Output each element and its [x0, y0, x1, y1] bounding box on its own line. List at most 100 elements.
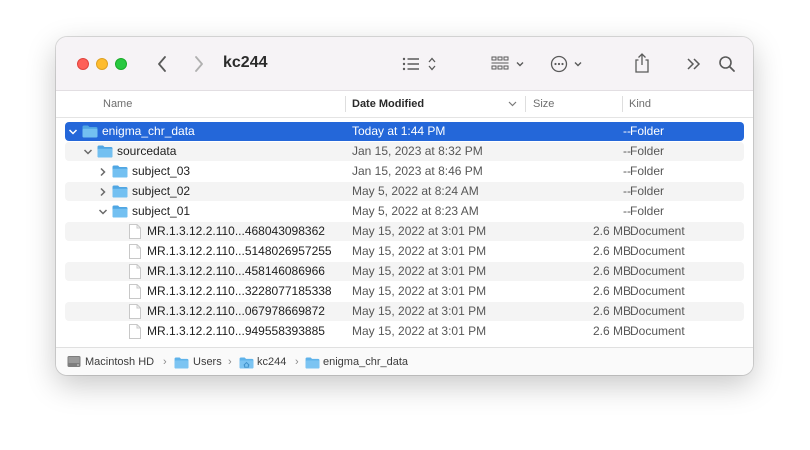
action-button[interactable]	[548, 53, 588, 75]
folder-row[interactable]: subject_02 May 5, 2022 at 8:24 AM -- Folder	[65, 182, 744, 201]
finder-window: kc244 Name Date Modified Size Kind enigm…	[56, 37, 753, 375]
document-icon	[129, 264, 141, 279]
path-item-users[interactable]: Users	[193, 348, 222, 375]
column-divider[interactable]	[622, 96, 623, 112]
document-icon	[129, 244, 141, 259]
path-separator: ›	[295, 356, 299, 368]
minimize-window-button[interactable]	[96, 58, 108, 70]
ellipsis-circle-icon	[550, 55, 582, 73]
item-date-modified: May 15, 2022 at 3:01 PM	[352, 284, 487, 298]
item-kind: Folder	[630, 164, 665, 178]
double-chevron-icon	[687, 58, 701, 70]
disclosure-expanded-icon[interactable]	[83, 146, 93, 156]
column-divider[interactable]	[345, 96, 346, 112]
view-options-button[interactable]	[400, 53, 440, 75]
item-name: MR.1.3.12.2.110...3228077185338	[147, 284, 332, 298]
item-size: 2.6 MB	[592, 224, 631, 238]
item-date-modified: May 15, 2022 at 3:01 PM	[352, 324, 487, 338]
column-date-modified[interactable]: Date Modified	[352, 91, 424, 117]
item-date-modified: Jan 15, 2023 at 8:46 PM	[352, 164, 483, 178]
column-name[interactable]: Name	[103, 91, 132, 117]
item-date-modified: May 15, 2022 at 3:01 PM	[352, 264, 487, 278]
back-button[interactable]	[154, 54, 170, 74]
item-kind: Document	[630, 224, 685, 238]
folder-icon	[174, 356, 189, 374]
forward-button[interactable]	[191, 54, 207, 74]
folder-icon	[112, 165, 128, 178]
item-date-modified: May 15, 2022 at 3:01 PM	[352, 304, 487, 318]
folder-row[interactable]: subject_01 May 5, 2022 at 8:23 AM -- Folder	[65, 202, 744, 221]
item-size: 2.6 MB	[592, 324, 631, 338]
document-icon	[129, 324, 141, 339]
zoom-window-button[interactable]	[115, 58, 127, 70]
item-date-modified: May 15, 2022 at 3:01 PM	[352, 244, 487, 258]
item-kind: Document	[630, 244, 685, 258]
document-icon	[129, 304, 141, 319]
search-button[interactable]	[716, 53, 738, 75]
file-row[interactable]: MR.1.3.12.2.110...949558393885 May 15, 20…	[65, 322, 744, 341]
file-row[interactable]: MR.1.3.12.2.110...067978669872 May 15, 20…	[65, 302, 744, 321]
document-icon	[129, 224, 141, 239]
item-kind: Folder	[630, 204, 665, 218]
chevron-right-icon	[195, 56, 203, 72]
toolbar: kc244	[56, 37, 753, 91]
folder-icon	[112, 205, 128, 218]
file-row[interactable]: MR.1.3.12.2.110...468043098362 May 15, 20…	[65, 222, 744, 241]
folder-icon	[112, 185, 128, 198]
folder-row[interactable]: subject_03 Jan 15, 2023 at 8:46 PM -- Folde…	[65, 162, 744, 181]
item-name: subject_03	[132, 164, 191, 178]
path-separator: ›	[163, 356, 167, 368]
folder-icon	[82, 125, 98, 138]
path-bar: Macintosh HD › Users › kc244 › enigma_ch…	[56, 347, 753, 375]
item-name: subject_01	[132, 204, 191, 218]
item-kind: Folder	[630, 184, 665, 198]
home-folder-icon	[239, 356, 254, 374]
item-name: MR.1.3.12.2.110...468043098362	[147, 224, 325, 238]
file-row[interactable]: MR.1.3.12.2.110...458146086966 May 15, 20…	[65, 262, 744, 281]
item-date-modified: Jan 15, 2023 at 8:32 PM	[352, 144, 483, 158]
folder-row[interactable]: enigma_chr_data Today at 1:44 PM -- Folder	[65, 122, 744, 141]
item-size: 2.6 MB	[592, 284, 631, 298]
item-name: subject_02	[132, 184, 191, 198]
chevron-left-icon	[158, 56, 166, 72]
window-title: kc244	[223, 54, 268, 71]
file-row[interactable]: MR.1.3.12.2.110...5148026957255 May 15, 2…	[65, 242, 744, 261]
path-item-enigma-chr-data[interactable]: enigma_chr_data	[323, 348, 408, 375]
search-icon	[719, 56, 735, 72]
column-kind[interactable]: Kind	[629, 91, 651, 117]
folder-row[interactable]: sourcedata Jan 15, 2023 at 8:32 PM -- Folde…	[65, 142, 744, 161]
more-toolbar-button[interactable]	[684, 54, 704, 74]
column-divider[interactable]	[525, 96, 526, 112]
item-size: 2.6 MB	[592, 304, 631, 318]
close-window-button[interactable]	[77, 58, 89, 70]
item-date-modified: May 5, 2022 at 8:23 AM	[352, 204, 479, 218]
item-size: 2.6 MB	[592, 244, 631, 258]
disclosure-expanded-icon[interactable]	[98, 206, 108, 216]
item-name: enigma_chr_data	[102, 124, 195, 138]
share-icon	[635, 53, 649, 73]
item-name: MR.1.3.12.2.110...5148026957255	[147, 244, 332, 258]
file-row[interactable]: MR.1.3.12.2.110...3228077185338 May 15, 2…	[65, 282, 744, 301]
item-name: sourcedata	[117, 144, 177, 158]
item-name: MR.1.3.12.2.110...949558393885	[147, 324, 325, 338]
item-date-modified: Today at 1:44 PM	[352, 124, 446, 138]
share-button[interactable]	[631, 51, 653, 75]
item-name: MR.1.3.12.2.110...067978669872	[147, 304, 325, 318]
path-item-kc244[interactable]: kc244	[257, 348, 286, 375]
item-date-modified: May 5, 2022 at 8:24 AM	[352, 184, 479, 198]
disclosure-collapsed-icon[interactable]	[98, 166, 108, 177]
list-view-icon	[402, 57, 436, 71]
column-header: Name Date Modified Size Kind	[56, 91, 753, 118]
disclosure-expanded-icon[interactable]	[68, 126, 78, 136]
group-button[interactable]	[489, 53, 529, 75]
item-kind: Document	[630, 264, 685, 278]
item-kind: Document	[630, 304, 685, 318]
path-separator: ›	[228, 356, 232, 368]
item-date-modified: May 15, 2022 at 3:01 PM	[352, 224, 487, 238]
item-kind: Document	[630, 324, 685, 338]
item-name: MR.1.3.12.2.110...458146086966	[147, 264, 325, 278]
column-size[interactable]: Size	[533, 91, 554, 117]
folder-icon	[97, 145, 113, 158]
disclosure-collapsed-icon[interactable]	[98, 186, 108, 197]
path-item-macintosh-hd[interactable]: Macintosh HD	[85, 348, 154, 375]
